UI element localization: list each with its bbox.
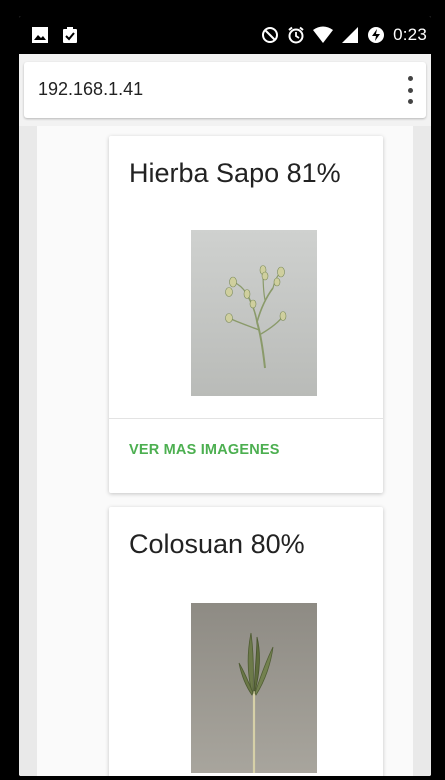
- device-screen: 0:23 192.168.1.41 Hierba Sapo 81% VER MA…: [19, 16, 431, 776]
- page-container: Hierba Sapo 81% VER MAS IMAGENES Colosua…: [37, 126, 413, 776]
- clock-time: 0:23: [393, 25, 427, 44]
- view-more-images-link[interactable]: VER MAS IMAGENES: [129, 442, 280, 458]
- web-page: Hierba Sapo 81% VER MAS IMAGENES Colosua…: [19, 126, 431, 776]
- wifi-icon: [313, 26, 334, 43]
- plant-photo-colosuan: [191, 603, 317, 773]
- phone-frame: 0:23 192.168.1.41 Hierba Sapo 81% VER MA…: [0, 0, 445, 780]
- image-icon: [32, 27, 48, 43]
- battery-charging-icon: [368, 27, 385, 43]
- do-not-disturb-icon: [262, 27, 279, 43]
- url-text[interactable]: 192.168.1.41: [38, 79, 143, 100]
- signal-icon: [342, 27, 359, 43]
- alarm-icon: [288, 26, 304, 44]
- status-right-icons: 0:23: [261, 25, 427, 45]
- status-bar: 0:23: [19, 16, 431, 54]
- card-title: Hierba Sapo 81%: [129, 158, 341, 188]
- plant-photo-hierba-sapo: [191, 230, 317, 396]
- result-card: Hierba Sapo 81% VER MAS IMAGENES: [109, 136, 383, 493]
- card-title: Colosuan 80%: [129, 529, 305, 559]
- card-divider: [109, 418, 383, 419]
- result-card: Colosuan 80%: [109, 507, 383, 776]
- url-bar[interactable]: 192.168.1.41: [24, 62, 426, 118]
- status-left-icons: [31, 26, 79, 44]
- more-vert-icon[interactable]: [406, 76, 414, 104]
- clipboard-check-icon: [63, 27, 77, 43]
- browser-toolbar: 192.168.1.41: [19, 54, 431, 126]
